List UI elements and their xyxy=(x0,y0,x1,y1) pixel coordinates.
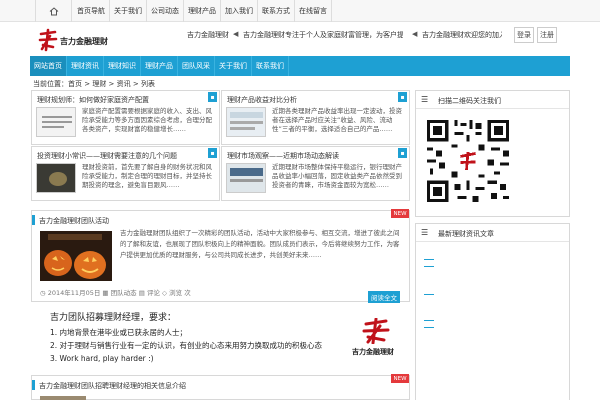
notice-text-3[interactable]: 吉力金融理财欢迎您的加入和咨询！ xyxy=(422,30,502,40)
sidebar-link[interactable] xyxy=(424,294,434,295)
widget-title: 最新理财资讯文章 xyxy=(438,230,494,238)
logo-mark-icon xyxy=(38,28,58,52)
topnav-item-6[interactable]: 联系方式 xyxy=(258,0,295,22)
mainnav-item-2[interactable]: 理财资讯 xyxy=(67,56,104,76)
featured-article: 吉力金融理财团队活动 NEW 吉力金融理财团队组织了一次精彩的团队活动，活动中大… xyxy=(31,209,410,303)
brand-name: 吉力金融理财 xyxy=(60,37,108,46)
article-section-last: 吉力金融理财团队招聘理财经理的相关信息介绍 NEW xyxy=(31,374,410,400)
article-body: 吉力金融理财团队组织了一次精彩的团队活动，活动中大家积极参与、相互交流，增进了彼… xyxy=(120,229,400,259)
speaker-icon: ◀ xyxy=(233,30,239,38)
article-views: 浏览 次 xyxy=(169,289,191,297)
section-header: 吉力金融理财团队活动 xyxy=(32,213,409,227)
article-card-4[interactable]: 理财市场观察——近期市场动态解读 ▪ 近期理财市场整体保持平稳运行，银行理财产品… xyxy=(221,146,410,201)
article-card-1[interactable]: 理财规划师：如何做好家庭资产配置 ▪ 家庭资产配置需要根据家庭的收入、支出、风险… xyxy=(31,90,220,145)
widget-header: ☰ 最新理财资讯文章 xyxy=(416,224,569,242)
bookmark-icon: ▪ xyxy=(208,92,217,102)
pumpkin-image xyxy=(40,231,112,281)
recruit-line-3: 3. Work hard, play harder :) xyxy=(50,354,154,363)
sidebar-qr-widget: ☰ 扫描二维码关注我们 xyxy=(415,90,570,217)
recruit-heading: 吉力团队招募理财经理，要求： xyxy=(50,313,177,323)
breadcrumb[interactable]: 当前位置：首页 > 理财 > 资讯 > 列表 xyxy=(33,79,155,89)
list-icon: ☰ xyxy=(421,228,429,237)
read-more-button[interactable]: 阅读全文 xyxy=(368,291,400,303)
home-icon xyxy=(49,6,58,15)
sidebar-link[interactable] xyxy=(424,320,434,321)
mainnav-item-5[interactable]: 团队风采 xyxy=(178,56,215,76)
mainnav-item-6[interactable]: 关于我们 xyxy=(215,56,252,76)
card-desc: 近期理财市场整体保持平稳运行，银行理财产品收益率小幅回落，固定收益类产品依然受到… xyxy=(272,163,402,189)
section-header: 吉力金融理财团队招聘理财经理的相关信息介绍 xyxy=(32,378,409,392)
topnav-item-4[interactable]: 理财产品 xyxy=(184,0,221,22)
views-icon: ◇ xyxy=(162,289,168,297)
clock-icon: ◷ xyxy=(40,289,46,297)
article-meta: ◷ 2014年11月05日 ▦ 团队动态 ▤ 评论 ◇ 浏览 次 xyxy=(40,287,191,297)
article-comments[interactable]: 评论 xyxy=(147,289,160,297)
card-desc: 近期各类理财产品收益率出现一定波动，投资者在选择产品时应关注“收益、风险、流动性… xyxy=(272,107,402,133)
card-title[interactable]: 理财产品收益对比分析 xyxy=(227,95,397,105)
notice-text-2[interactable]: 吉力金融理财专注于个人及家庭财富管理，为客户提供专业的投资理财建议和服务。 xyxy=(243,30,403,40)
mainnav-item-3[interactable]: 理财知识 xyxy=(104,56,141,76)
recruit-logo-text: 吉力金融理财 xyxy=(352,348,394,356)
article-card-2[interactable]: 理财产品收益对比分析 ▪ 近期各类理财产品收益率出现一定波动，投资者在选择产品时… xyxy=(221,90,410,145)
logo-mark-icon xyxy=(362,317,390,345)
section-accent xyxy=(32,215,35,225)
register-button[interactable]: 注册 xyxy=(537,27,557,43)
section-title[interactable]: 吉力金融理财团队活动 xyxy=(39,216,109,226)
top-nav-bar: 首页导航 关于我们 公司动态 理财产品 加入我们 联系方式 在线留言 xyxy=(0,0,600,22)
speaker-icon: ◀ xyxy=(412,30,418,38)
bookmark-icon: ▪ xyxy=(398,92,407,102)
sidebar-link[interactable] xyxy=(424,266,434,267)
mainnav-item-1[interactable]: 网站首页 xyxy=(30,56,67,76)
article-image[interactable] xyxy=(40,231,112,281)
notice-text-1[interactable]: 吉力金融理财欢迎您—— xyxy=(187,30,229,40)
topnav-item-5[interactable]: 加入我们 xyxy=(221,0,258,22)
comment-icon: ▤ xyxy=(138,289,145,297)
article-category[interactable]: 团队动态 xyxy=(111,289,137,297)
recruit-logo: 吉力金融理财 xyxy=(352,317,400,356)
sidebar-link[interactable] xyxy=(424,327,434,328)
qr-code-image xyxy=(424,117,512,205)
recruit-line-1: 1. 内地背景在港毕业或已获永居的人士； xyxy=(50,328,188,337)
grid-icon: ▦ xyxy=(102,289,109,297)
login-button[interactable]: 登录 xyxy=(514,27,534,43)
site-logo[interactable]: 吉力金融理财 xyxy=(37,28,113,52)
sidebar-link[interactable] xyxy=(424,259,434,260)
new-badge: NEW xyxy=(391,209,409,218)
card-thumbnail[interactable] xyxy=(36,163,76,193)
card-thumbnail[interactable] xyxy=(226,163,266,193)
recruit-line-2: 2. 对于理财与销售行业有一定的认识，有创业的心态来用努力换取成功的积极心态 xyxy=(50,341,323,350)
card-desc: 家庭资产配置需要根据家庭的收入、支出、风险承受能力等多方面因素综合考虑，合理分配… xyxy=(82,107,212,133)
bookmark-icon: ▪ xyxy=(398,148,407,158)
article-card-3[interactable]: 投资理财小常识——理财需要注意的几个问题 ▪ 理财投资前，首先要了解自身的财务状… xyxy=(31,146,220,201)
widget-header: ☰ 扫描二维码关注我们 xyxy=(416,91,569,109)
recruit-block: 吉力团队招募理财经理，要求： 1. 内地背景在港毕业或已获永居的人士； 2. 对… xyxy=(50,312,350,365)
card-title[interactable]: 理财规划师：如何做好家庭资产配置 xyxy=(37,95,207,105)
sidebar-links-widget: ☰ 最新理财资讯文章 xyxy=(415,223,570,400)
topnav-item-3[interactable]: 公司动态 xyxy=(147,0,184,22)
list-icon: ☰ xyxy=(421,95,429,104)
section-accent xyxy=(32,380,35,390)
topnav-item-1[interactable]: 首页导航 xyxy=(73,0,110,22)
card-desc: 理财投资前，首先要了解自身的财务状况和风险承受能力，制定合理的理财目标，并坚持长… xyxy=(82,163,212,189)
main-nav: 网站首页 理财资讯 理财知识 理财产品 团队风采 关于我们 联系我们 xyxy=(30,56,570,76)
bookmark-icon: ▪ xyxy=(208,148,217,158)
new-badge: NEW xyxy=(391,374,409,383)
card-thumbnail[interactable] xyxy=(36,107,76,137)
card-title[interactable]: 投资理财小常识——理财需要注意的几个问题 xyxy=(37,151,207,161)
card-thumbnail[interactable] xyxy=(226,107,266,137)
card-title[interactable]: 理财市场观察——近期市场动态解读 xyxy=(227,151,397,161)
home-button[interactable] xyxy=(35,0,72,22)
article-thumbnail[interactable] xyxy=(40,396,86,400)
article-date: 2014年11月05日 xyxy=(47,289,101,297)
mainnav-item-7[interactable]: 联系我们 xyxy=(252,56,289,76)
section-title[interactable]: 吉力金融理财团队招聘理财经理的相关信息介绍 xyxy=(39,381,186,391)
topnav-item-2[interactable]: 关于我们 xyxy=(110,0,147,22)
mainnav-item-4[interactable]: 理财产品 xyxy=(141,56,178,76)
topnav-item-7[interactable]: 在线留言 xyxy=(295,0,332,22)
widget-title: 扫描二维码关注我们 xyxy=(438,97,501,105)
